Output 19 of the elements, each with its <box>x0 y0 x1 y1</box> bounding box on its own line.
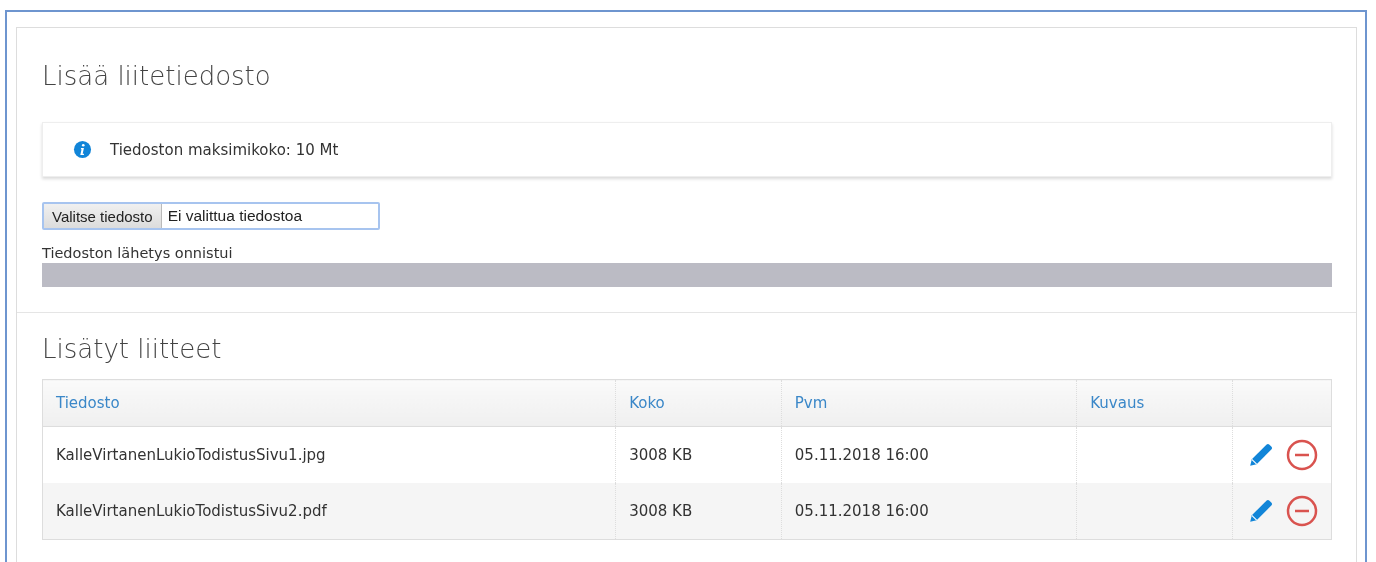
remove-icon[interactable] <box>1286 495 1318 527</box>
column-header[interactable]: Koko <box>615 379 782 427</box>
table-cell: 3008 KB <box>615 483 782 540</box>
table-cell: KalleVirtanenLukioTodistusSivu2.pdf <box>42 483 616 540</box>
file-input[interactable]: Valitse tiedosto Ei valittua tiedostoa <box>42 202 380 230</box>
info-text: Tiedoston maksimikoko: 10 Mt <box>110 140 339 159</box>
table-cell: 05.11.2018 16:00 <box>781 483 1077 540</box>
file-status: Ei valittua tiedostoa <box>166 207 303 225</box>
choose-file-button[interactable]: Valitse tiedosto <box>44 204 162 228</box>
edit-icon[interactable] <box>1248 442 1274 468</box>
column-header[interactable]: Tiedosto <box>42 379 616 427</box>
column-header[interactable]: Pvm <box>781 379 1077 427</box>
column-header[interactable]: Kuvaus <box>1076 379 1233 427</box>
remove-icon[interactable] <box>1286 439 1318 471</box>
section-title: Lisää liitetiedosto <box>42 60 272 93</box>
upload-message: Tiedoston lähetys onnistui <box>42 244 234 263</box>
section-title: Lisätyt liitteet <box>42 333 223 365</box>
info-icon <box>73 140 92 159</box>
edit-icon[interactable] <box>1248 498 1274 524</box>
